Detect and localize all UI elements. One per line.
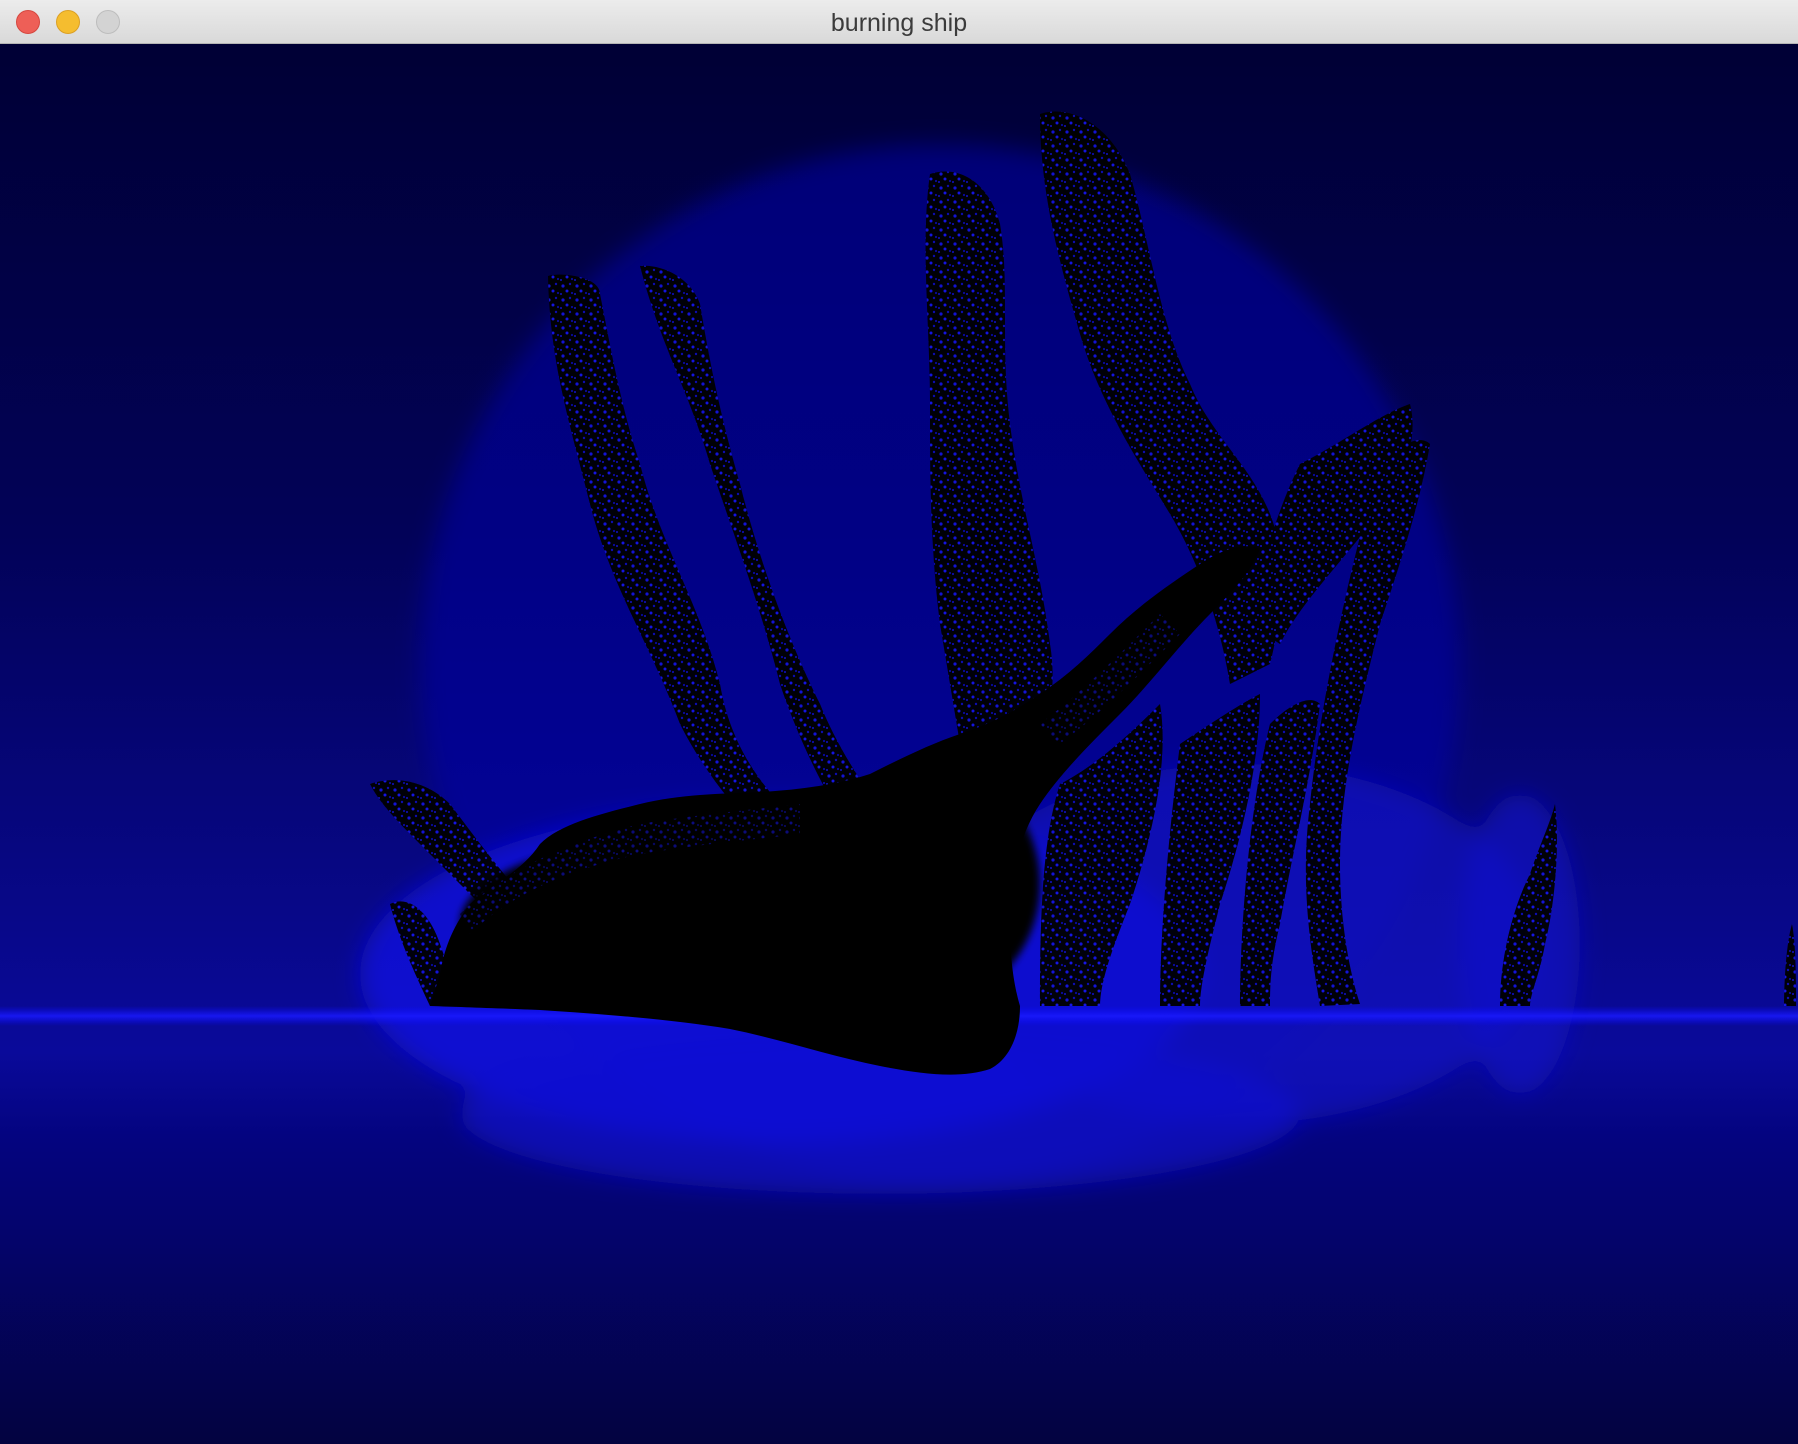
app-window: burning ship <box>0 0 1798 1444</box>
title-bar[interactable]: burning ship <box>0 0 1798 44</box>
fractal-canvas[interactable] <box>0 44 1798 1444</box>
window-title: burning ship <box>830 9 968 37</box>
